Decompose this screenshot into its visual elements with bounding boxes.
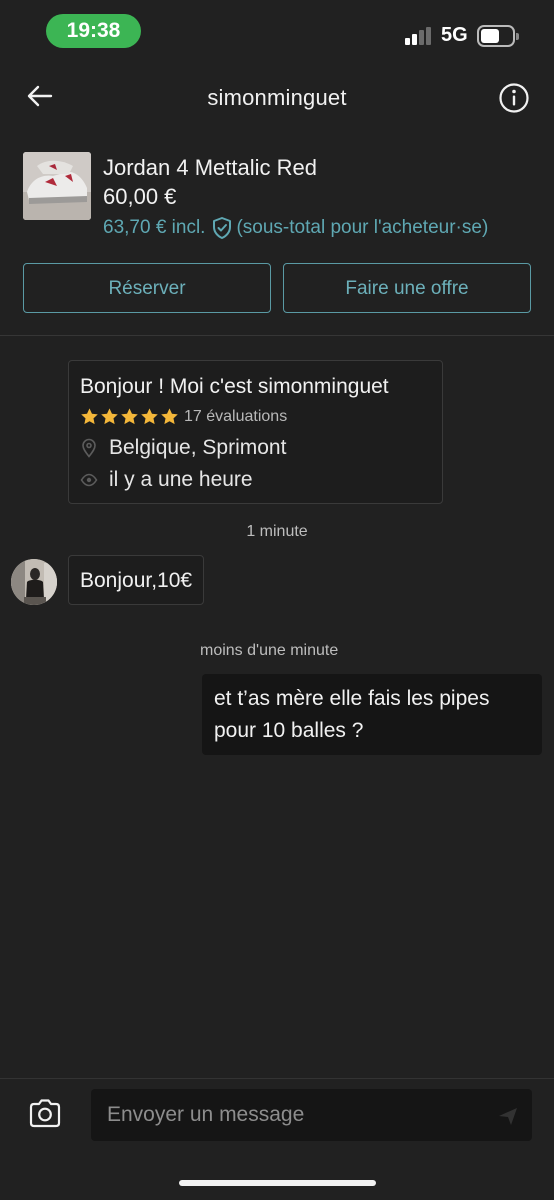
avatar-image [11,559,57,605]
eye-icon [80,473,98,487]
item-thumbnail[interactable] [23,152,91,220]
star-icon [121,408,138,425]
item-title[interactable]: Jordan 4 Mettalic Red [103,155,317,181]
item-buyer-price[interactable]: 63,70 € incl. (sous-total pour l'acheteu… [103,216,488,240]
make-offer-button[interactable]: Faire une offre [283,263,531,313]
chat-header: simonminguet [0,64,554,134]
avatar[interactable] [11,559,57,605]
message-timestamp: moins d'une minute [200,642,339,659]
profile-greeting: Bonjour ! Moi c'est simonminguet [80,375,389,398]
star-icon [81,408,98,425]
item-price: 60,00 € [103,184,177,209]
message-bubble-outgoing[interactable]: et t’as mère elle fais les pipes pour 10… [202,674,542,755]
rating-stars [80,407,180,426]
star-icon [161,408,178,425]
conversation-title: simonminguet [207,85,347,110]
status-bar: 19:38 5G [0,0,554,64]
info-icon[interactable] [498,82,530,114]
home-indicator [179,1180,376,1186]
seller-profile-card[interactable]: Bonjour ! Moi c'est simonminguet 17 éval… [68,360,443,504]
network-type: 5G [441,24,468,46]
send-icon[interactable] [497,1105,519,1127]
star-icon [101,408,118,425]
message-input[interactable] [91,1089,532,1141]
message-timestamp: 1 minute [246,523,308,540]
sneaker-image [23,152,91,220]
divider [0,335,554,336]
status-time: 19:38 [46,14,141,48]
location-pin-icon [82,438,96,458]
buyer-protection-shield-icon [213,217,232,239]
composer-divider [0,1078,554,1079]
profile-location: Belgique, Sprimont [109,436,287,459]
profile-last-seen-row: il y a une heure [80,468,253,492]
incl-price: 63,70 € incl. [103,217,206,238]
camera-icon[interactable] [28,1098,62,1128]
battery-icon [477,25,519,47]
message-bubble-incoming[interactable]: Bonjour,10€ [68,555,205,605]
profile-last-seen: il y a une heure [109,468,253,491]
profile-location-row: Belgique, Sprimont [80,436,286,460]
signal-icon [405,27,435,45]
profile-rating: 17 évaluations [80,407,287,426]
buyer-note: (sous-total pour l'acheteur·se) [236,217,489,238]
chat-screen: 19:38 5G simonminguet Jordan 4 Mettalic … [0,0,554,1200]
reviews-count: 17 évaluations [184,407,288,425]
reserve-button[interactable]: Réserver [23,263,271,313]
star-icon [141,408,158,425]
